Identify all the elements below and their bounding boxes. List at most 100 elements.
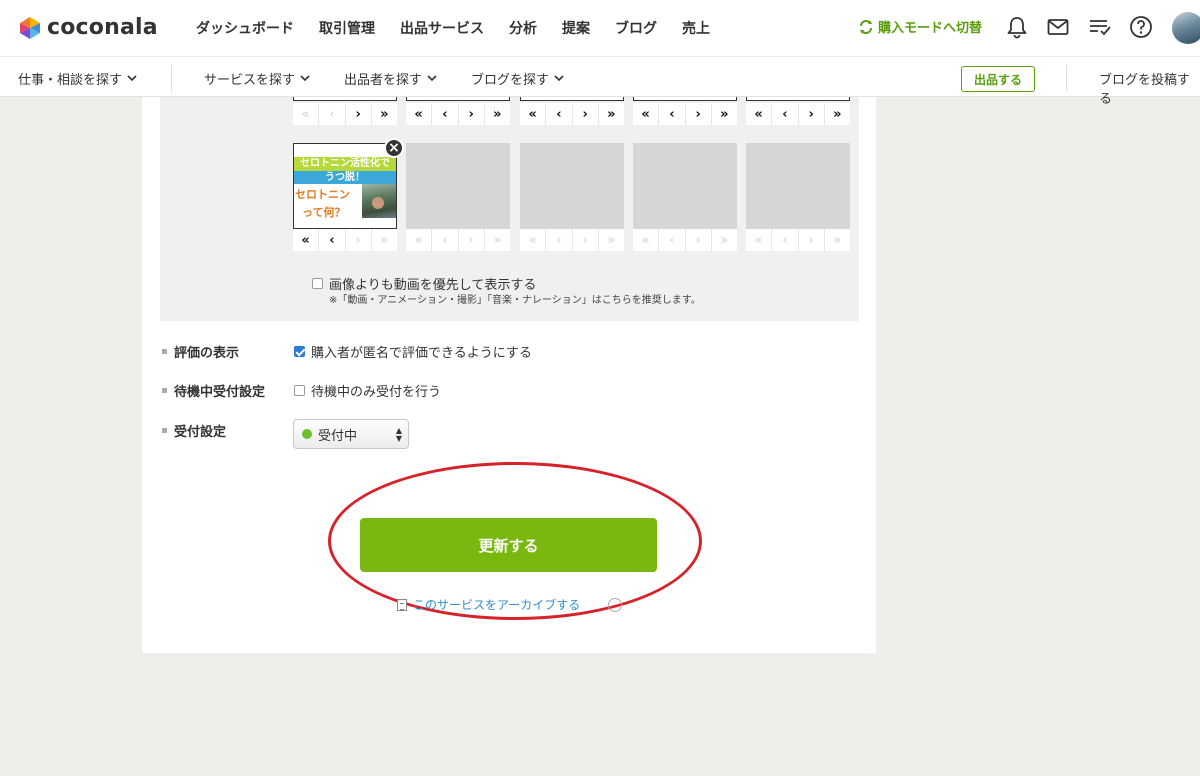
nav-listed-services[interactable]: 出品サービス [400,18,484,38]
move-next-button[interactable]: › [799,229,825,251]
subnav-find-blogs[interactable]: ブログを探す [471,69,564,88]
empty-image-slot[interactable] [406,143,510,229]
nav-dashboard[interactable]: ダッシュボード [196,18,294,38]
subnav-find-sellers-label: 出品者を探す [344,73,423,88]
messages-button[interactable] [1045,14,1071,40]
reception-setting-label: 受付設定 [162,421,226,440]
move-last-button[interactable]: » [372,103,397,125]
move-prev-button[interactable]: ‹ [772,229,799,251]
refresh-icon [860,19,872,34]
gallery-thumbnail-edge [406,97,510,101]
move-first-button[interactable]: « [406,103,433,125]
move-last-button[interactable]: » [485,229,510,251]
move-next-button[interactable]: › [686,103,712,125]
move-next-button[interactable]: › [459,229,485,251]
gallery-thumbnail-image[interactable]: セロトニン活性化で うつ脱！ セロトニン って何？ [293,143,397,229]
top-header: coconala ダッシュボード 取引管理 出品サービス 分析 提案 ブログ 売… [0,0,1200,56]
archive-help-icon[interactable] [608,598,622,612]
subnav-find-blogs-label: ブログを探す [471,73,550,88]
reception-setting-label-text: 受付設定 [174,425,227,440]
move-prev-button[interactable]: ‹ [659,103,686,125]
nav-analytics[interactable]: 分析 [509,18,537,38]
move-last-button[interactable]: » [712,103,737,125]
move-last-button[interactable]: » [372,229,397,251]
move-last-button[interactable]: » [599,103,624,125]
standby-only-option[interactable]: 待機中のみ受付を行う [294,381,441,400]
move-prev-button[interactable]: ‹ [319,229,346,251]
thumbnail-text-line2: うつ脱！ [294,171,396,184]
nav-sales[interactable]: 売上 [682,18,710,38]
move-next-button[interactable]: › [346,103,372,125]
move-last-button[interactable]: » [485,103,510,125]
move-last-button[interactable]: » [825,103,850,125]
move-first-button[interactable]: « [633,103,660,125]
notifications-button[interactable] [1004,14,1030,40]
move-first-button[interactable]: « [406,229,433,251]
move-prev-button[interactable]: ‹ [772,103,799,125]
move-first-button[interactable]: « [293,229,320,251]
move-first-button[interactable]: « [293,103,320,125]
video-preference-checkbox[interactable] [312,278,323,289]
move-prev-button[interactable]: ‹ [546,229,573,251]
empty-image-slot[interactable] [633,143,737,229]
switch-to-buyer-mode[interactable]: 購入モードへ切替 [858,17,982,36]
move-first-button[interactable]: « [520,103,547,125]
coconala-logo[interactable]: coconala [18,15,158,40]
create-listing-button[interactable]: 出品する [961,66,1035,92]
reception-status-select[interactable]: 受付中 ▲ ▼ [293,419,409,449]
chevron-down-icon [300,75,310,82]
bullet-square [162,388,167,393]
move-last-button[interactable]: » [712,229,737,251]
remove-image-button[interactable]: × [384,138,404,158]
subnav-find-sellers[interactable]: 出品者を探す [344,69,437,88]
move-next-button[interactable]: › [573,229,599,251]
move-last-button[interactable]: » [599,229,624,251]
move-first-button[interactable]: « [746,229,773,251]
thumbnail-text-line1: セロトニン活性化で [294,157,396,171]
anonymous-review-checkbox[interactable] [294,346,305,357]
move-next-button[interactable]: › [573,103,599,125]
move-first-button[interactable]: « [520,229,547,251]
nav-blog[interactable]: ブログ [615,18,657,38]
move-next-button[interactable]: › [459,103,485,125]
subnav-find-jobs[interactable]: 仕事・相談を探す [18,69,137,88]
move-prev-button[interactable]: ‹ [659,229,686,251]
nav-proposals[interactable]: 提案 [562,18,590,38]
gallery-thumbnail-edge [633,97,737,101]
move-prev-button[interactable]: ‹ [432,103,459,125]
thumbnail-controls: «‹ ›» [746,229,850,251]
bell-icon [1007,17,1027,39]
move-prev-button[interactable]: ‹ [319,103,346,125]
move-next-button[interactable]: › [346,229,372,251]
update-button[interactable]: 更新する [360,518,657,572]
empty-image-slot[interactable] [746,143,850,229]
thumbnail-controls: «‹ ›» [293,103,397,125]
move-prev-button[interactable]: ‹ [546,103,573,125]
standby-setting-label: 待機中受付設定 [162,381,265,400]
help-button[interactable] [1128,14,1154,40]
thumbnail-controls: «‹ ›» [633,229,737,251]
move-prev-button[interactable]: ‹ [432,229,459,251]
move-last-button[interactable]: » [825,229,850,251]
thumbnail-controls: «‹ ›» [520,103,624,125]
anonymous-review-option[interactable]: 購入者が匿名で評価できるようにする [294,342,532,361]
move-next-button[interactable]: › [686,229,712,251]
standby-only-checkbox[interactable] [294,385,305,396]
subnav-divider [1066,65,1067,91]
move-first-button[interactable]: « [746,103,773,125]
thumbnail-text-line3: セロトニン [295,188,350,201]
todo-list-button[interactable] [1087,14,1113,40]
user-avatar[interactable] [1172,12,1200,44]
empty-image-slot[interactable] [520,143,624,229]
logo-text: coconala [47,15,158,40]
standby-only-label: 待機中のみ受付を行う [311,385,442,400]
move-next-button[interactable]: › [799,103,825,125]
archive-service-link[interactable]: このサービスをアーカイブする [397,596,580,613]
image-gallery-panel: 画像よりも動画を優先して表示する ※「動画・アニメーション・撮影」「音楽・ナレー… [160,97,859,321]
thumbnail-artwork: セロトニン活性化で うつ脱！ セロトニン って何？ [294,144,396,228]
post-blog-link[interactable]: ブログを投稿する [1099,69,1200,107]
subnav-find-services[interactable]: サービスを探す [204,69,310,88]
move-first-button[interactable]: « [633,229,660,251]
nav-transactions[interactable]: 取引管理 [319,18,375,38]
bullet-square [162,349,167,354]
